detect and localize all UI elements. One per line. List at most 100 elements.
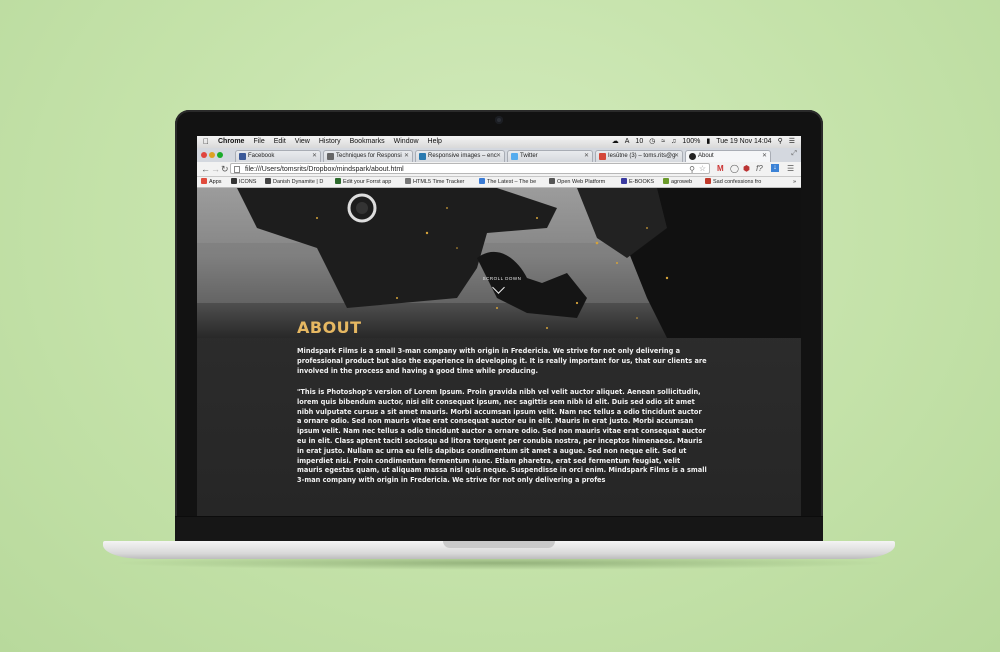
bookmark-time-tracker[interactable]: HTML5 Time Tracker	[405, 177, 464, 187]
bookmark-apps[interactable]: Apps	[201, 177, 222, 187]
menu-icon[interactable]: ☰	[787, 164, 794, 174]
bookmark-the-latest[interactable]: The Latest – The be	[479, 177, 536, 187]
tab-close-icon[interactable]: ✕	[674, 151, 679, 162]
tab-facebook[interactable]: Facebook ✕	[235, 150, 321, 162]
page-icon	[419, 153, 426, 160]
tab-about[interactable]: About ✕	[685, 150, 771, 162]
star-icon[interactable]: ☆	[699, 163, 706, 174]
bulb-icon	[689, 153, 696, 160]
menu-file[interactable]: File	[253, 136, 264, 148]
menu-bookmarks[interactable]: Bookmarks	[350, 136, 385, 148]
adblock-icon[interactable]: ⬢	[743, 164, 750, 174]
camera-silhouette-image	[197, 188, 801, 338]
page-icon	[234, 166, 240, 173]
laptop-notch	[443, 541, 555, 548]
scroll-down-label[interactable]: SCROLL DOWN	[477, 276, 527, 281]
extension-icon[interactable]: ◯	[730, 164, 739, 174]
font-extension-icon[interactable]: f?	[756, 164, 763, 174]
address-bar[interactable]: file:///Users/tomsrits/Dropbox/mindspark…	[230, 163, 710, 174]
download-icon[interactable]: ↓	[771, 164, 779, 172]
tab-close-icon[interactable]: ✕	[584, 151, 589, 162]
menu-window[interactable]: Window	[394, 136, 419, 148]
address-url[interactable]: file:///Users/tomsrits/Dropbox/mindspark…	[245, 166, 404, 173]
battery-icon[interactable]: ▮	[706, 136, 710, 148]
tab-strip: Facebook ✕ Techniques for Responsi ✕ Res…	[197, 148, 801, 162]
spotlight-icon[interactable]: ⚲	[778, 136, 783, 148]
search-icon[interactable]: ⚲	[689, 164, 695, 175]
hero-photo	[197, 188, 801, 338]
bookmarks-bar: Apps ICONS Danish Dynamite | D Edit your…	[197, 177, 801, 188]
window-close-button[interactable]	[201, 152, 207, 158]
tab-twitter[interactable]: Twitter ✕	[507, 150, 593, 162]
gmail-extension-icon[interactable]: M	[717, 164, 724, 174]
tab-close-icon[interactable]: ✕	[762, 151, 767, 162]
site-icon	[265, 178, 271, 184]
volume-icon[interactable]: ♫	[671, 136, 676, 148]
page-icon	[327, 153, 334, 160]
gmail-icon	[599, 153, 606, 160]
laptop-lid:  Chrome File Edit View History Bookmark…	[175, 110, 823, 543]
window-zoom-button[interactable]	[217, 152, 223, 158]
tab-gmail[interactable]: Iesūtne (3) – toms.rits@g ✕	[595, 150, 683, 162]
folder-icon	[621, 178, 627, 184]
tab-label: Responsive images – enc	[428, 153, 497, 159]
clock-icon[interactable]: ◷	[649, 136, 655, 148]
menu-view[interactable]: View	[295, 136, 310, 148]
tab-label: Facebook	[248, 153, 275, 159]
page-content: SCROLL DOWN About Mindspark Films is a s…	[197, 188, 801, 517]
tab-label: Iesūtne (3) – toms.rits@g	[608, 153, 676, 159]
status-number: 10	[635, 138, 644, 145]
wifi-icon[interactable]: ≈	[661, 136, 665, 148]
camera	[495, 116, 503, 124]
bookmark-agroweb[interactable]: agroweb	[663, 177, 692, 187]
site-icon	[405, 178, 411, 184]
drive-icon[interactable]: ☁	[612, 136, 619, 148]
mac-menubar:  Chrome File Edit View History Bookmark…	[197, 136, 801, 148]
tab-label: Twitter	[520, 153, 538, 159]
tab-label: Techniques for Responsi	[336, 153, 402, 159]
forward-button[interactable]: →	[211, 163, 220, 175]
menubar-datetime[interactable]: Tue 19 Nov 14:04	[716, 136, 771, 148]
site-icon	[479, 178, 485, 184]
bookmark-e-books[interactable]: E-BOOKS	[621, 177, 654, 187]
bezel-bottom	[175, 516, 823, 543]
site-icon	[705, 178, 711, 184]
bookmark-sad-confessions[interactable]: Sad confessions fro	[705, 177, 761, 187]
tab-label: About	[698, 153, 714, 159]
body-paragraph: "This is Photoshop's version of Lorem Ip…	[297, 388, 707, 485]
menu-app-name[interactable]: Chrome	[218, 136, 244, 148]
menu-history[interactable]: History	[319, 136, 341, 148]
menu-help[interactable]: Help	[428, 136, 442, 148]
tab-close-icon[interactable]: ✕	[312, 151, 317, 162]
adobe-icon[interactable]: A	[625, 136, 630, 148]
site-icon	[663, 178, 669, 184]
tab-techniques[interactable]: Techniques for Responsi ✕	[323, 150, 413, 162]
site-icon	[335, 178, 341, 184]
intro-paragraph: Mindspark Films is a small 3-man company…	[297, 347, 707, 375]
laptop-base	[103, 541, 895, 559]
page-title: About	[297, 318, 362, 337]
bookmark-open-web-platform[interactable]: Open Web Platform	[549, 177, 605, 187]
reload-button[interactable]: ↻	[221, 163, 229, 175]
twitter-icon	[511, 153, 518, 160]
bookmark-danish-dynamite[interactable]: Danish Dynamite | D	[265, 177, 323, 187]
tab-close-icon[interactable]: ✕	[404, 151, 409, 162]
bookmark-forrst[interactable]: Edit your Forrst app	[335, 177, 391, 187]
site-icon	[549, 178, 555, 184]
bookmark-icons[interactable]: ICONS	[231, 177, 256, 187]
folder-icon	[231, 178, 237, 184]
notification-list-icon[interactable]: ☰	[789, 136, 795, 148]
bookmarks-overflow-icon[interactable]: »	[793, 177, 796, 187]
navigation-bar: ← → ↻ file:///Users/tomsrits/Dropbox/min…	[197, 162, 801, 177]
menu-edit[interactable]: Edit	[274, 136, 286, 148]
tab-close-icon[interactable]: ✕	[496, 151, 501, 162]
tab-responsive-images[interactable]: Responsive images – enc ✕	[415, 150, 505, 162]
battery-percent: 100%	[682, 138, 701, 145]
apple-icon[interactable]: 	[203, 136, 209, 148]
apps-icon	[201, 178, 207, 184]
back-button[interactable]: ←	[201, 163, 210, 175]
laptop-screen:  Chrome File Edit View History Bookmark…	[197, 136, 801, 517]
window-minimize-button[interactable]	[209, 152, 215, 158]
fullscreen-icon[interactable]: ⤢	[791, 150, 797, 158]
facebook-icon	[239, 153, 246, 160]
